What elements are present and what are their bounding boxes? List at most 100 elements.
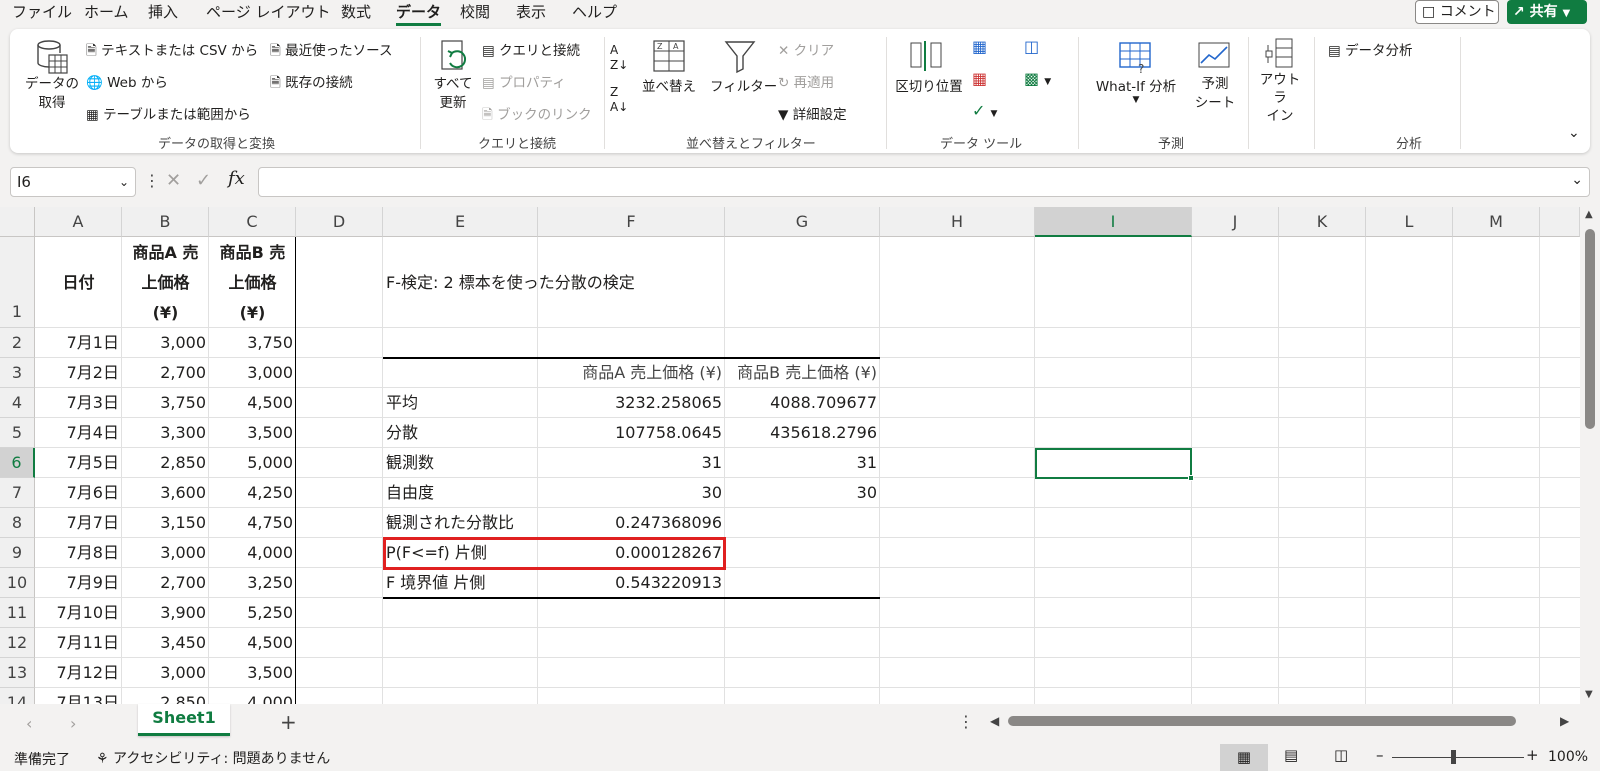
ftest-value-b[interactable]: 4088.709677 <box>725 388 880 418</box>
table-cell[interactable]: 4,000 <box>209 538 296 568</box>
data-model-button[interactable]: ▩ ▼ <box>1024 69 1051 88</box>
tab-data[interactable]: データ <box>396 2 442 26</box>
name-box[interactable]: I6 ⌄ <box>10 167 136 197</box>
table-cell[interactable]: 5,250 <box>209 598 296 628</box>
table-cell[interactable]: 3,150 <box>122 508 209 538</box>
ribbon-collapse-button[interactable]: ⌄ <box>1568 125 1580 141</box>
zoom-slider-track[interactable] <box>1392 757 1524 758</box>
row-header-12[interactable]: 12 <box>0 628 35 658</box>
prev-sheet-icon[interactable]: ‹ <box>26 714 32 733</box>
table-cell[interactable]: 3,000 <box>122 658 209 688</box>
comment-button[interactable]: □ コメント <box>1415 0 1499 24</box>
table-cell[interactable]: 7月11日 <box>35 628 122 658</box>
formula-input[interactable]: ⌄ <box>258 167 1590 197</box>
table-cell[interactable]: 5,000 <box>209 448 296 478</box>
tab-page-layout[interactable]: ページ レイアウト <box>206 2 330 26</box>
tab-insert[interactable]: 挿入 <box>148 2 178 26</box>
ftest-row-label[interactable]: F 境界値 片側 <box>383 568 538 598</box>
ftest-row-label[interactable]: 自由度 <box>383 478 538 508</box>
ftest-value-a[interactable]: 107758.0645 <box>538 418 725 448</box>
properties-button[interactable]: ▤ プロパティ <box>482 71 566 91</box>
sort-button[interactable]: ZA 並べ替え <box>640 39 698 95</box>
table-cell[interactable]: 2,850 <box>122 688 209 704</box>
row-header-6[interactable]: 6 <box>0 448 35 478</box>
table-cell[interactable]: 2,700 <box>122 568 209 598</box>
recent-sources-button[interactable]: 🗎 最近使ったソース <box>270 39 392 64</box>
refresh-all-button[interactable]: すべて 更新 <box>428 39 478 113</box>
column-header-e[interactable]: E <box>383 207 538 237</box>
cell-c1-price-b-header[interactable]: 商品B 売 上価格 (¥) <box>209 237 296 328</box>
consolidate-button[interactable]: ◫ <box>1024 37 1039 56</box>
ftest-value-a[interactable]: 0.247368096 <box>538 508 725 538</box>
table-cell[interactable]: 3,300 <box>122 418 209 448</box>
tab-help[interactable]: ヘルプ <box>572 2 617 26</box>
tab-review[interactable]: 校閲 <box>460 2 490 26</box>
row-header-10[interactable]: 10 <box>0 568 35 598</box>
row-header-2[interactable]: 2 <box>0 328 35 358</box>
advanced-filter-button[interactable]: ▼ 詳細設定 <box>778 103 847 123</box>
page-break-view-button[interactable]: ◫ <box>1334 746 1348 764</box>
table-cell[interactable]: 7月12日 <box>35 658 122 688</box>
book-links-button[interactable]: 🗎 ブックのリンク <box>482 103 592 128</box>
tab-home[interactable]: ホーム <box>84 2 129 26</box>
table-cell[interactable]: 3,000 <box>122 538 209 568</box>
ftest-row-label[interactable]: 観測された分散比 <box>383 508 538 538</box>
ftest-value-a[interactable]: 31 <box>538 448 725 478</box>
ftest-row-label[interactable]: 観測数 <box>383 448 538 478</box>
ftest-value-a[interactable]: 3232.258065 <box>538 388 725 418</box>
cancel-icon[interactable]: ✕ <box>166 170 181 191</box>
tab-file[interactable]: ファイル <box>12 2 72 26</box>
table-cell[interactable]: 4,750 <box>209 508 296 538</box>
table-cell[interactable]: 7月4日 <box>35 418 122 448</box>
insert-function-button[interactable]: fx <box>228 168 245 189</box>
row-header-3[interactable]: 3 <box>0 358 35 388</box>
row-header-11[interactable]: 11 <box>0 598 35 628</box>
from-text-csv-button[interactable]: 🗎 テキストまたは CSV から <box>86 39 258 64</box>
next-sheet-icon[interactable]: › <box>70 714 76 733</box>
flash-fill-button[interactable]: ▦ <box>972 37 987 56</box>
column-header-d[interactable]: D <box>296 207 383 237</box>
more-options-icon[interactable]: ⋮ <box>958 712 974 731</box>
table-cell[interactable]: 7月13日 <box>35 688 122 704</box>
row-header-9[interactable]: 9 <box>0 538 35 568</box>
scrollbar-thumb[interactable] <box>1585 229 1595 429</box>
ftest-value-a[interactable]: 30 <box>538 478 725 508</box>
table-cell[interactable]: 3,500 <box>209 418 296 448</box>
ftest-value-a[interactable]: 0.543220913 <box>538 568 725 598</box>
add-sheet-button[interactable]: + <box>280 710 297 734</box>
remove-duplicates-button[interactable]: ▦ <box>972 69 987 88</box>
scroll-up-icon[interactable]: ▲ <box>1585 209 1593 220</box>
select-all-corner[interactable] <box>0 207 35 237</box>
chevron-down-icon[interactable]: ⌄ <box>1571 172 1583 188</box>
data-validation-button[interactable]: ✓ ▼ <box>972 101 997 120</box>
row-header-14[interactable]: 14 <box>0 688 35 704</box>
zoom-in-button[interactable]: + <box>1526 746 1539 764</box>
reapply-button[interactable]: ↻ 再適用 <box>778 71 834 91</box>
table-cell[interactable]: 2,850 <box>122 448 209 478</box>
zoom-slider-thumb[interactable] <box>1451 750 1456 764</box>
column-header-b[interactable]: B <box>122 207 209 237</box>
table-cell[interactable]: 7月5日 <box>35 448 122 478</box>
table-cell[interactable]: 7月6日 <box>35 478 122 508</box>
table-cell[interactable]: 4,500 <box>209 388 296 418</box>
table-cell[interactable]: 7月8日 <box>35 538 122 568</box>
column-header-m[interactable]: M <box>1453 207 1540 237</box>
ftest-value-b[interactable]: 435618.2796 <box>725 418 880 448</box>
table-cell[interactable]: 4,500 <box>209 628 296 658</box>
table-cell[interactable]: 4,000 <box>209 688 296 704</box>
from-web-button[interactable]: 🌐 Web から <box>86 71 168 91</box>
table-cell[interactable]: 7月1日 <box>35 328 122 358</box>
get-data-button[interactable]: データの 取得 <box>22 39 82 113</box>
filter-button[interactable]: フィルター <box>710 39 777 95</box>
column-header-g[interactable]: G <box>725 207 880 237</box>
table-cell[interactable]: 3,900 <box>122 598 209 628</box>
row-header-5[interactable]: 5 <box>0 418 35 448</box>
column-header-f[interactable]: F <box>538 207 725 237</box>
ftest-value-b[interactable]: 31 <box>725 448 880 478</box>
row-header-8[interactable]: 8 <box>0 508 35 538</box>
column-header-j[interactable]: J <box>1192 207 1279 237</box>
ftest-row-label[interactable]: 平均 <box>383 388 538 418</box>
share-button[interactable]: ↗ 共有 ▼ <box>1507 0 1587 24</box>
sort-za-button[interactable]: Z A↓ <box>610 85 628 115</box>
fill-handle[interactable] <box>1188 475 1194 481</box>
